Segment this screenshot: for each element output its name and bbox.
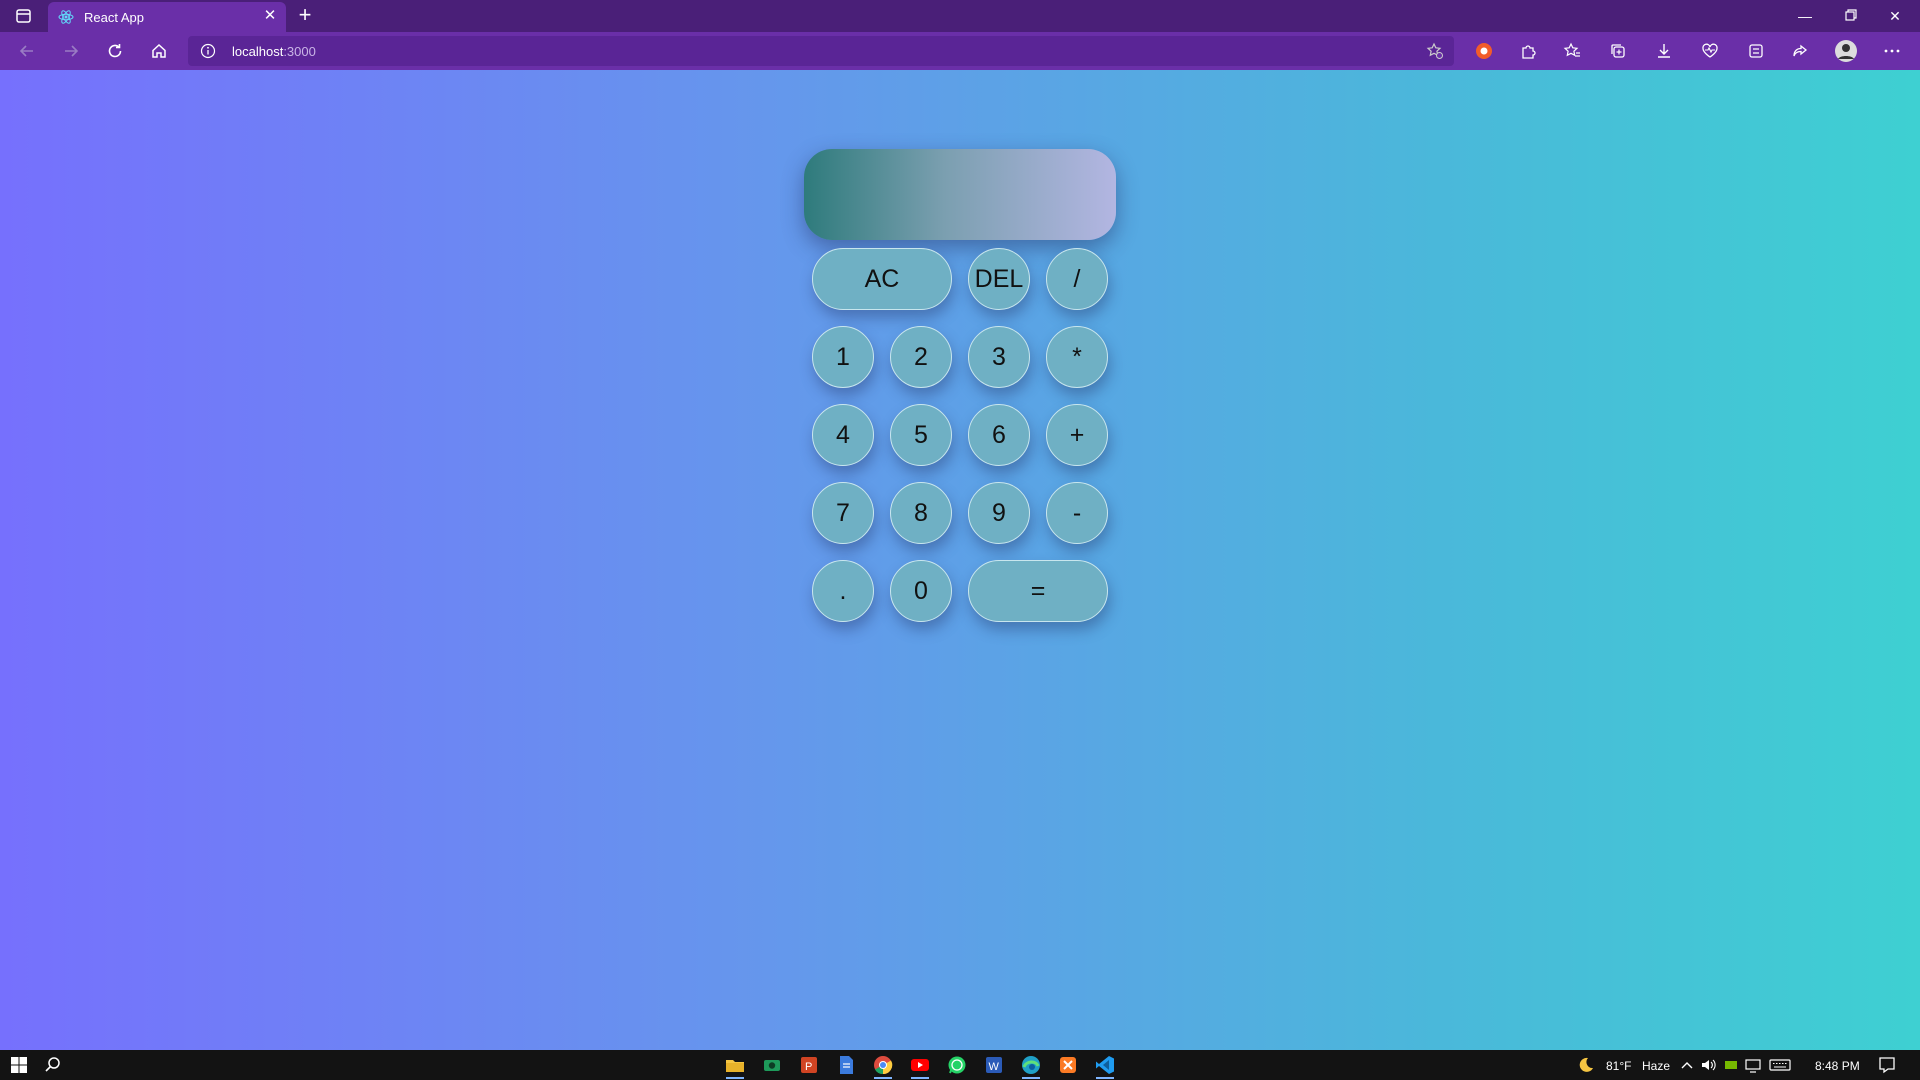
tray-chevron-up-icon[interactable] [1680,1054,1694,1076]
key-1[interactable]: 1 [812,326,874,388]
key-2[interactable]: 2 [890,326,952,388]
react-logo-icon [58,9,74,25]
key-3[interactable]: 3 [968,326,1030,388]
word-icon[interactable]: W [983,1054,1005,1076]
calculator-display [804,149,1116,240]
address-bar[interactable]: localhost:3000 [188,36,1454,66]
weather-moon-icon[interactable] [1574,1054,1596,1076]
page-background: AC DEL / 1 2 3 * 4 5 6 + 7 8 9 - . 0 = [0,70,1920,1050]
notifications-icon[interactable] [1876,1054,1898,1076]
keyboard-icon[interactable] [1768,1054,1792,1076]
search-icon[interactable] [42,1054,64,1076]
xampp-icon[interactable] [1057,1054,1079,1076]
chrome-icon[interactable] [872,1054,894,1079]
url-port: :3000 [283,44,316,59]
key-5[interactable]: 5 [890,404,952,466]
browser-essentials-icon[interactable] [1700,41,1720,61]
browser-tab-react-app[interactable]: React App ✕ [48,2,286,32]
url-host: localhost [232,44,284,59]
key-equals[interactable]: = [968,560,1108,622]
svg-text:P: P [805,1061,812,1073]
browser-tab-bar: React App ✕ + — ✕ [0,0,1920,32]
share-icon[interactable] [1790,41,1810,61]
key-add[interactable]: + [1046,404,1108,466]
key-7[interactable]: 7 [812,482,874,544]
camera-app-icon[interactable] [761,1054,783,1076]
site-info-icon[interactable] [200,43,216,59]
vscode-icon[interactable] [1094,1054,1116,1079]
key-9[interactable]: 9 [968,482,1030,544]
whatsapp-icon[interactable] [946,1054,968,1076]
active-indicator [874,1077,892,1079]
key-6[interactable]: 6 [968,404,1030,466]
key-8[interactable]: 8 [890,482,952,544]
windows-taskbar: P W 81°F Haze 8:48 PM [0,1050,1920,1080]
tab-actions-icon[interactable] [12,6,34,26]
network-icon[interactable] [1744,1054,1762,1076]
favorites-icon[interactable] [1562,41,1582,61]
forward-arrow-icon[interactable] [58,39,84,63]
window-close-icon[interactable]: ✕ [1880,4,1910,28]
nvidia-icon[interactable] [1724,1054,1738,1076]
more-options-icon[interactable] [1882,41,1902,61]
weather-temperature[interactable]: 81°F [1606,1059,1631,1073]
home-icon[interactable] [146,39,172,63]
tab-close-icon[interactable]: ✕ [262,8,278,24]
collections-icon[interactable] [1608,41,1628,61]
restore-icon[interactable] [1836,4,1866,28]
powerpoint-icon[interactable]: P [798,1054,820,1076]
key-divide[interactable]: / [1046,248,1108,310]
key-all-clear[interactable]: AC [812,248,952,310]
downloads-icon[interactable] [1654,41,1674,61]
extension-brave-icon[interactable] [1474,41,1494,61]
svg-text:W: W [989,1061,1000,1073]
document-app-icon[interactable] [835,1054,857,1076]
url-text: localhost:3000 [232,44,316,59]
active-indicator [911,1077,929,1079]
add-favorite-icon[interactable] [1426,42,1444,60]
weather-condition[interactable]: Haze [1642,1059,1670,1073]
tab-title: React App [84,10,144,25]
key-subtract[interactable]: - [1046,482,1108,544]
minimize-icon[interactable]: — [1790,4,1820,28]
clock[interactable]: 8:48 PM [1815,1059,1860,1073]
profile-avatar[interactable] [1834,39,1858,63]
windows-start-icon[interactable] [8,1054,30,1076]
active-indicator [1022,1077,1040,1079]
key-multiply[interactable]: * [1046,326,1108,388]
file-explorer-icon[interactable] [724,1054,746,1079]
key-decimal[interactable]: . [812,560,874,622]
new-tab-icon[interactable]: + [294,4,316,28]
back-arrow-icon[interactable] [14,39,40,63]
active-indicator [726,1077,744,1079]
youtube-icon[interactable] [909,1054,931,1079]
active-indicator [1096,1077,1114,1079]
key-4[interactable]: 4 [812,404,874,466]
key-0[interactable]: 0 [890,560,952,622]
extensions-puzzle-icon[interactable] [1518,41,1538,61]
volume-icon[interactable] [1700,1054,1718,1076]
browser-toolbar: localhost:3000 [0,32,1920,70]
key-delete[interactable]: DEL [968,248,1030,310]
screenshot-icon[interactable] [1746,41,1766,61]
refresh-icon[interactable] [102,39,128,63]
edge-icon[interactable] [1020,1054,1042,1079]
